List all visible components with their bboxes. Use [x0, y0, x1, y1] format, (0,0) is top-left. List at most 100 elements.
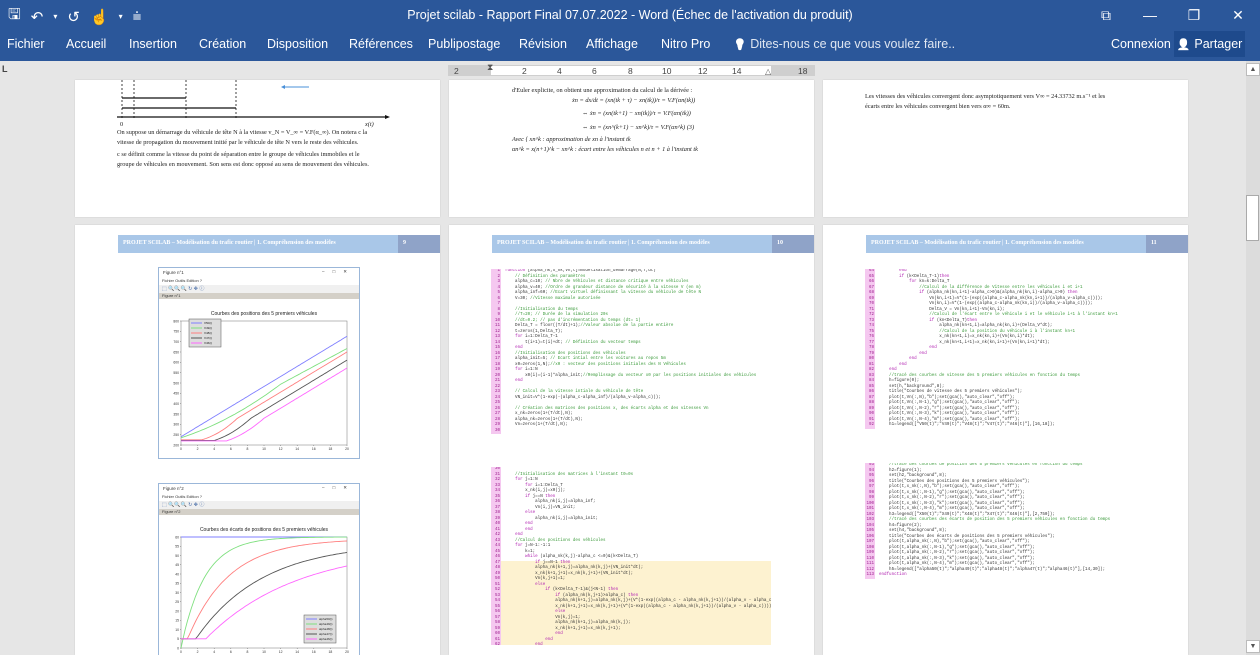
code-block: 64 end 65 if (k<Delta_T-1)then 66 for kn=k… [865, 269, 1145, 461]
equation-line: ẋn = dx/dt = (xn(tk + τ) − xn(tk))/τ = V… [572, 96, 696, 104]
y-tick-label: 60 [175, 535, 179, 539]
page-number: 11 [1146, 235, 1188, 253]
code-line: 112 h5=legend(["alpha50(t)";"alpha49(t)"… [865, 567, 1106, 573]
page-10-top: Les vitesses des véhicules convergent do… [823, 80, 1188, 217]
scrollbar-thumb[interactable] [1246, 195, 1259, 241]
tell-me-box[interactable]: 💡 Dites-nous ce que vous voulez faire.. [733, 37, 955, 51]
ruler-bar: L ⧗ △ 2 2 4 6 8 10 12 14 18 [0, 61, 1260, 79]
equation-line: αn^k = x(n+1)^k − xn^k : écart entre les… [512, 145, 698, 153]
page-header: PROJET SCILAB – Modélisation du trafic r… [492, 235, 772, 253]
y-tick-label: 700 [173, 340, 179, 344]
figure-titlebar: Figure n°1 –□✕ [159, 268, 359, 278]
person-add-icon: 👤 [1176, 38, 1191, 51]
code-line: 20 x0(i)=(i-1)*alpha_init;//Remplissage … [491, 373, 771, 379]
code-line: 30 [491, 428, 771, 434]
code-block: 30 31 //Initialisation des matrices à l'i… [491, 467, 771, 645]
scroll-down-icon[interactable]: ▼ [1246, 640, 1260, 653]
x-tick-label: 10 [262, 650, 266, 654]
tab-insertion[interactable]: Insertion [129, 37, 177, 51]
ruler-tick-label: 18 [798, 66, 808, 76]
ruler-tick-label: 2 [522, 66, 527, 76]
x-tick-label: 16 [312, 447, 316, 451]
code-block: 93 //tracé des courbes de position des 5… [865, 463, 1145, 613]
first-line-indent-marker[interactable]: ⧗ [487, 62, 493, 73]
ruler-tick-label: 2 [454, 66, 459, 76]
figure-toolbar[interactable]: ⬚ 🔍🔍🔍 ↻ ✥ ⓘ [159, 501, 359, 509]
tab-nitro-pro[interactable]: Nitro Pro [661, 37, 710, 51]
x-tick-label: 16 [312, 650, 316, 654]
share-button[interactable]: 👤 Partager [1174, 31, 1245, 57]
y-tick-label: 45 [175, 563, 179, 567]
y-tick-label: 55 [175, 545, 179, 549]
y-tick-label: 35 [175, 582, 179, 586]
horizontal-ruler[interactable]: ⧗ △ 2 2 4 6 8 10 12 14 18 [448, 62, 815, 76]
right-indent-marker[interactable]: △ [765, 67, 771, 76]
page-header-10: PROJET SCILAB – Modélisation du trafic r… [449, 225, 814, 655]
code-line: 113 endfunction [865, 573, 907, 579]
x-tick-label: 2 [197, 447, 199, 451]
close-icon[interactable]: ✕ [1216, 0, 1260, 30]
tab-disposition[interactable]: Disposition [267, 37, 328, 51]
minimize-icon[interactable]: — [1128, 0, 1172, 30]
y-tick-label: 10 [175, 628, 179, 632]
text-line: Les vitesses des véhicules convergent do… [865, 93, 1106, 100]
ruler-tick-label: 14 [732, 66, 742, 76]
y-tick-label: 600 [173, 361, 179, 365]
page-header: PROJET SCILAB – Modélisation du trafic r… [866, 235, 1146, 253]
tab-references[interactable]: Références [349, 37, 413, 51]
tab-publipostage[interactable]: Publipostage [428, 37, 500, 51]
tab-fichier[interactable]: Fichier [7, 37, 45, 51]
figure-toolbar[interactable]: ⬚ 🔍🔍🔍 ↻ ✥ ⓘ [159, 285, 359, 293]
signin-link[interactable]: Connexion [1111, 37, 1171, 51]
ruler-tick-label: 6 [592, 66, 597, 76]
figure-window-controls[interactable]: –□✕ [322, 485, 355, 491]
y-tick-label: 300 [173, 423, 179, 427]
x-tick-label: 20 [345, 447, 349, 451]
body-paragraph: Les vitesses des véhicules convergent do… [865, 92, 1165, 111]
x-tick-label: 14 [295, 447, 299, 451]
x-tick-label: 2 [197, 650, 199, 654]
scroll-up-icon[interactable]: ▲ [1246, 63, 1260, 76]
tab-accueil[interactable]: Accueil [66, 37, 106, 51]
legend-label: alpha47(t) [319, 632, 333, 636]
y-tick-label: 30 [175, 591, 179, 595]
y-tick-label: 40 [175, 572, 179, 576]
y-tick-label: 20 [175, 609, 179, 613]
legend-label: alpha48(t) [319, 627, 333, 631]
x-tick-label: 4 [213, 650, 215, 654]
figure-window-controls[interactable]: –□✕ [322, 269, 355, 275]
y-tick-label: 450 [173, 392, 179, 396]
page-8: 0 x(t) On suppose un démarrage du véhicu… [75, 80, 440, 217]
tab-selector[interactable]: L [2, 64, 14, 76]
x-tick-label: 12 [279, 650, 283, 654]
figure-menu[interactable]: Fichier Outils Edition ? [159, 494, 359, 501]
y-tick-label: 25 [175, 600, 179, 604]
legend-label: X47(t) [204, 336, 212, 340]
title-bar: 🖫 ↶ ▾ ↺ ☝ ▾ ⩧ Projet scilab - Rapport Final 07… [0, 0, 1260, 30]
tab-creation[interactable]: Création [199, 37, 246, 51]
code-line: 54 alpha_nk(k+1,j)=alpha_nk(k,j)+(V*(1-e… [491, 599, 771, 605]
vehicle-diagram [117, 80, 390, 119]
figure-titlebar: Figure n°2 –□✕ [159, 484, 359, 494]
page-header: PROJET SCILAB – Modélisation du trafic r… [118, 235, 398, 253]
code-block: 1 function [alpha_nk,x_nk,Vn,t]=modelisat… [491, 269, 771, 465]
restore-icon[interactable]: ❐ [1172, 0, 1216, 30]
y-tick-label: 500 [173, 381, 179, 385]
vertical-scrollbar[interactable]: ▲ ▼ [1246, 61, 1260, 655]
legend-label: alpha46(t) [319, 637, 333, 641]
tab-affichage[interactable]: Affichage [586, 37, 638, 51]
ruler-tick-label: 12 [698, 66, 708, 76]
legend-label: X50(t) [204, 321, 212, 325]
figure-menu[interactable]: Fichier Outils Edition ? [159, 278, 359, 285]
code-line: 72 //Calcul de l'écart entre le véhicule… [865, 313, 1145, 319]
text-line: écarts entre les véhicules convergent bi… [865, 102, 1011, 110]
page-number: 10 [772, 235, 814, 253]
gaps-chart: Courbes des écarts de positions des 5 pr… [159, 515, 359, 655]
ribbon-display-options-icon[interactable]: ⧉ [1084, 0, 1128, 30]
text-line: d'Euler explicite, on obtient une approx… [512, 87, 693, 94]
legend-label: alpha49(t) [319, 622, 333, 626]
tab-revision[interactable]: Révision [519, 37, 567, 51]
legend-label: X48(t) [204, 331, 212, 335]
text-line: On suppose un démarrage du véhicule de t… [117, 129, 368, 136]
y-tick-label: 400 [173, 402, 179, 406]
